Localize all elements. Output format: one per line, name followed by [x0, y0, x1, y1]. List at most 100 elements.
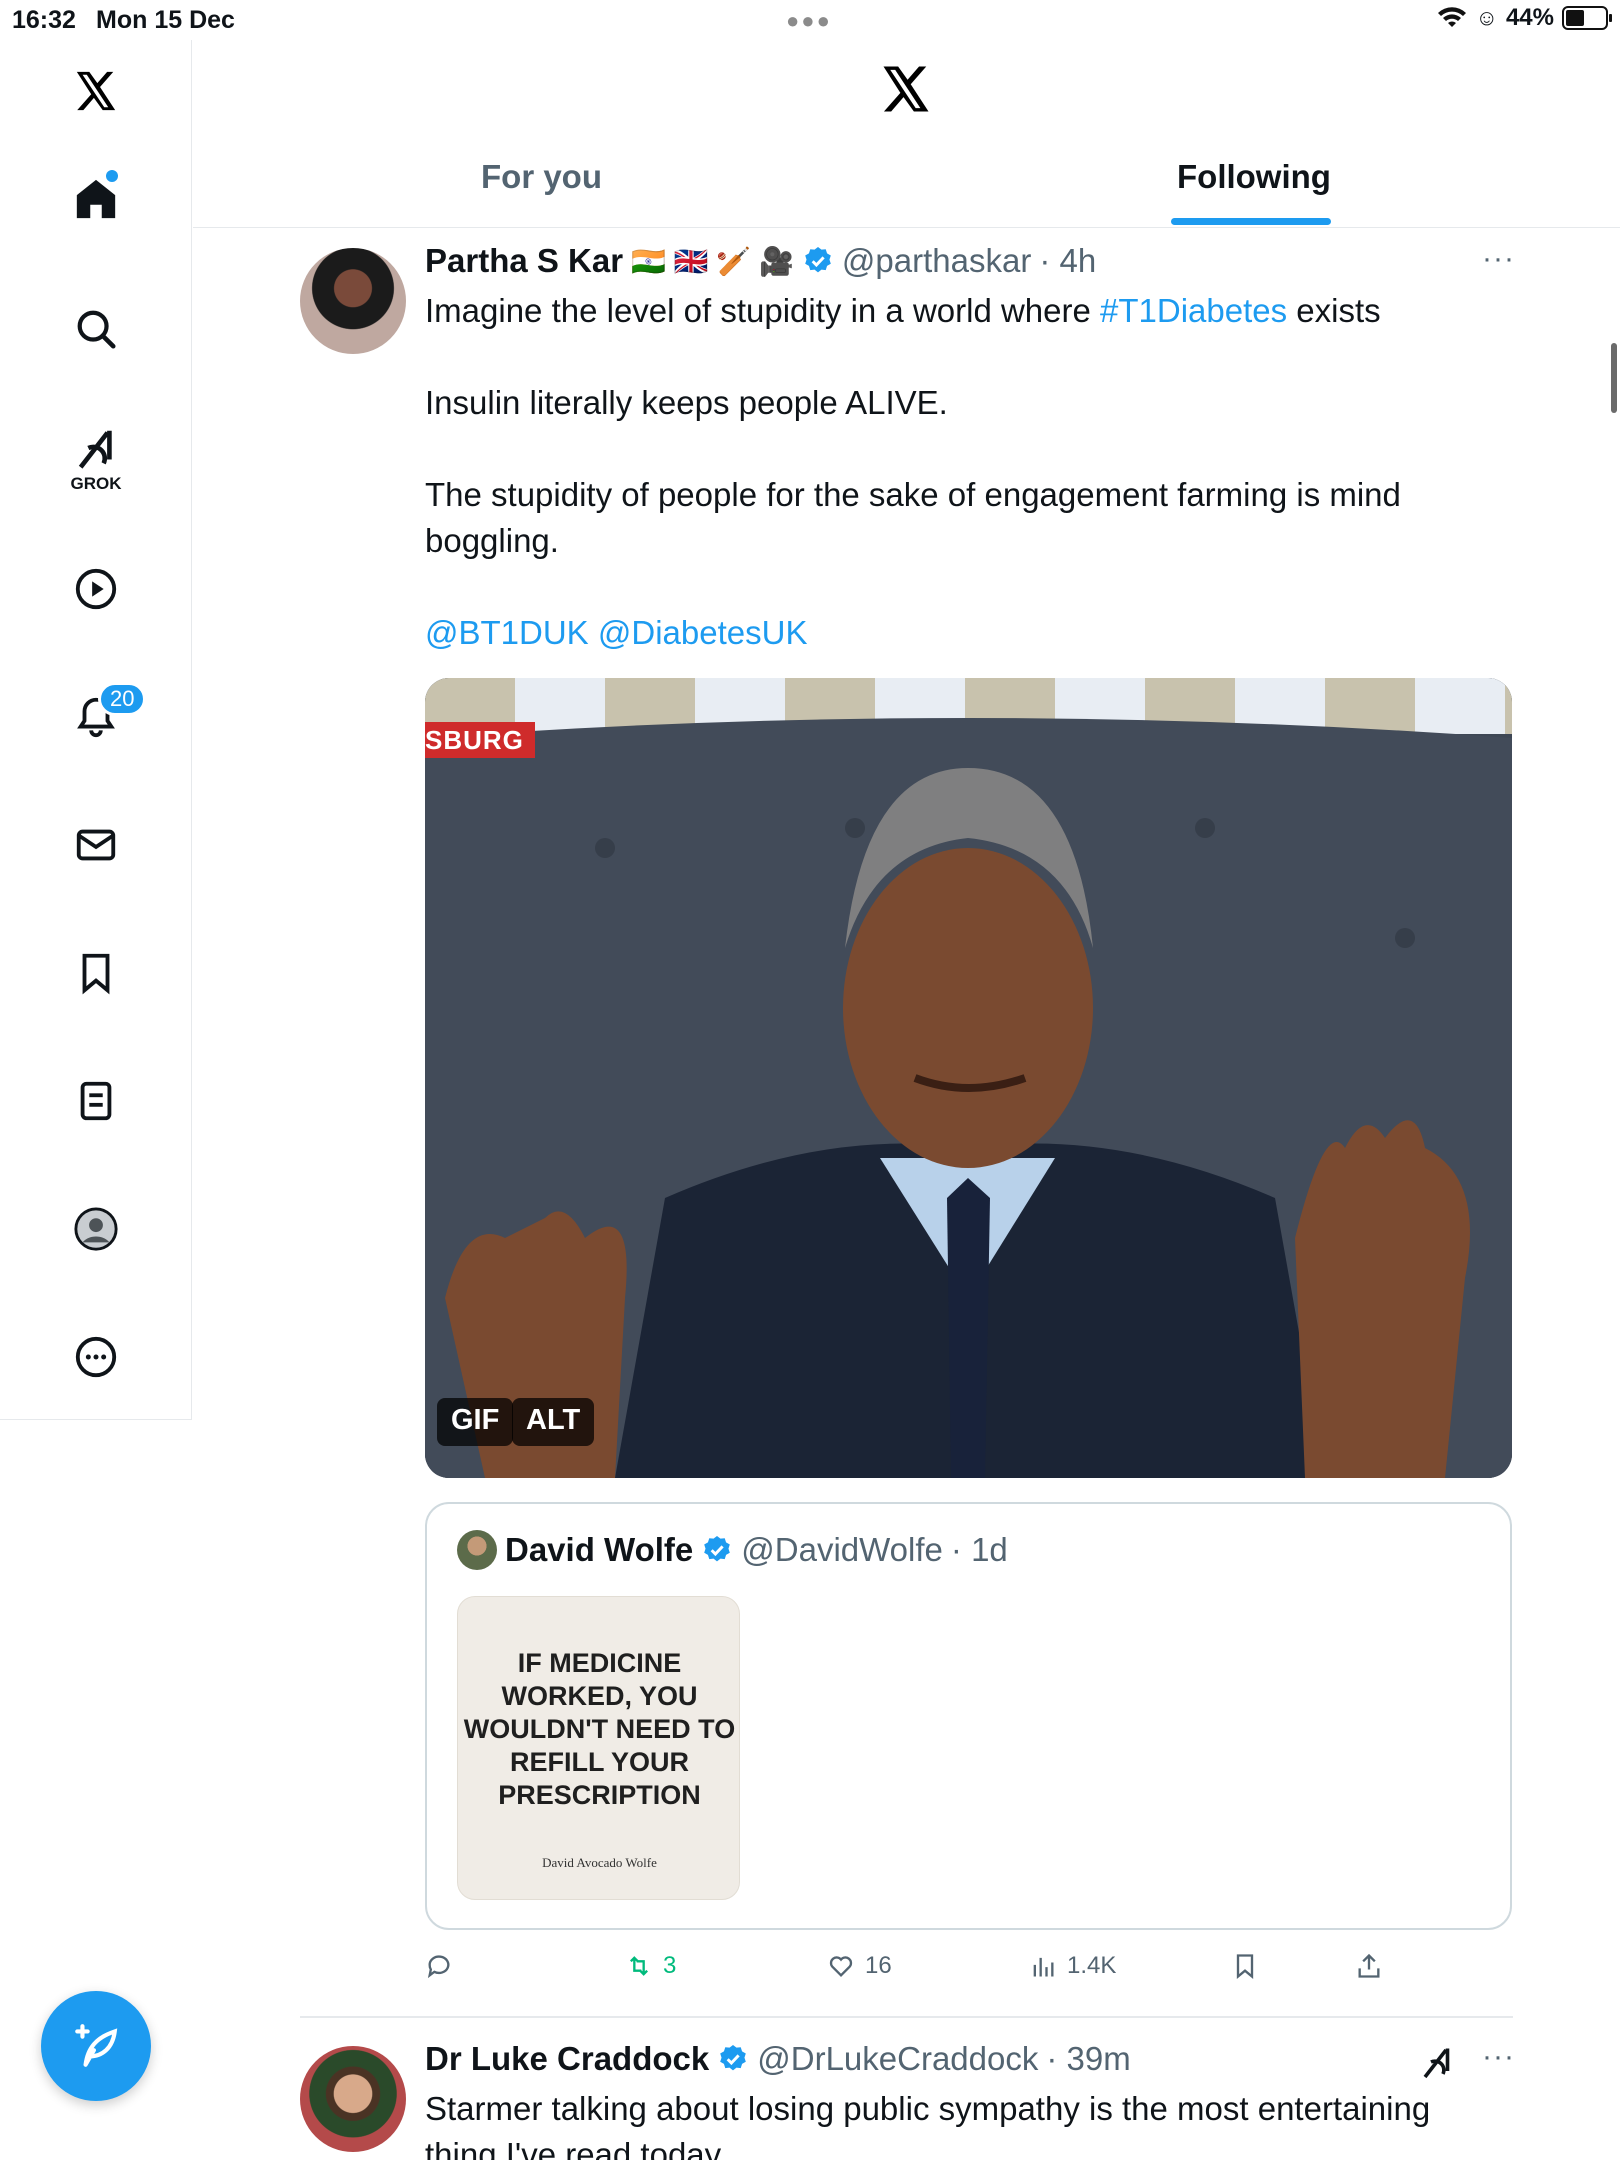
status-right: ☺ 44% [1437, 4, 1612, 32]
battery-icon [1562, 6, 1612, 30]
author-handle[interactable]: @DrLukeCraddock [757, 2040, 1038, 2078]
mention-link[interactable]: @BT1DUK [425, 614, 589, 651]
sidebar: GROK 20 [0, 40, 192, 1420]
gif-frame-illustration [425, 678, 1512, 1478]
timeline-header: For you Following [193, 40, 1620, 228]
retweet-count: 3 [663, 1952, 677, 1979]
author-name-emojis: 🇮🇳 🇬🇧 🏏 🎥 [631, 245, 794, 277]
quoted-tweet[interactable]: David Wolfe @DavidWolfe · 1d IF MEDICINE… [425, 1502, 1512, 1930]
bookmark-icon [82, 953, 110, 995]
tweet-paragraph: The stupidity of people for the sake of … [425, 476, 1401, 559]
quoted-tweet-header: David Wolfe @DavidWolfe · 1d [457, 1530, 1008, 1570]
share-button[interactable] [1355, 1952, 1383, 1980]
focus-icon: ☺ [1475, 5, 1498, 30]
tweet-header: Dr Luke Craddock @DrLukeCraddock · 39m [425, 2040, 1131, 2078]
heart-icon [829, 1956, 853, 1977]
author-name[interactable]: Partha S Kar [425, 242, 623, 280]
grok-label: GROK [70, 474, 122, 493]
x-logo-icon [883, 66, 929, 112]
sidebar-item-messages[interactable] [0, 800, 192, 890]
search-icon [77, 310, 116, 349]
views-button[interactable]: 1.4K [1029, 1952, 1116, 1980]
views-chart-icon [1033, 1957, 1054, 1977]
reply-icon [427, 1955, 450, 1979]
scrollbar[interactable] [1611, 343, 1617, 413]
sidebar-item-home[interactable] [0, 154, 192, 244]
battery-percent: 44% [1505, 4, 1554, 31]
mention-link[interactable]: @DiabetesUK [598, 614, 808, 651]
retweet-button[interactable]: 3 [625, 1952, 676, 1980]
hashtag-link[interactable]: #T1Diabetes [1100, 292, 1287, 329]
mail-icon [76, 829, 116, 861]
tweet-header: Partha S Kar 🇮🇳 🇬🇧 🏏 🎥 @parthaskar · 4h [425, 242, 1096, 280]
quoted-tweet-timestamp[interactable]: · 1d [951, 1531, 1008, 1569]
quoted-image-signature: David Avocado Wolfe [542, 1855, 657, 1870]
quoted-author-avatar[interactable] [457, 1530, 497, 1570]
tweet-text-segment: Imagine the level of stupidity in a worl… [425, 292, 1101, 329]
sidebar-item-bookmarks[interactable] [0, 928, 192, 1018]
compose-post-button[interactable] [41, 1991, 151, 2101]
verified-badge-icon [704, 1536, 731, 1562]
tab-following[interactable]: Following [1177, 158, 1331, 226]
compose-feather-icon [75, 2024, 118, 2067]
tweet-timestamp[interactable]: · 39m [1046, 2040, 1130, 2078]
quoted-image-headline: IF MEDICINE WORKED, YOU WOULDN'T NEED TO… [463, 1648, 736, 1810]
bookmark-icon [1236, 1954, 1254, 1979]
retweet-icon [630, 1956, 648, 1976]
quoted-tweet-image[interactable]: IF MEDICINE WORKED, YOU WOULDN'T NEED TO… [457, 1596, 740, 1900]
tweet-actions: 3 16 1.4K [425, 1952, 1512, 1996]
sidebar-item-explore[interactable] [0, 284, 192, 374]
home-unread-dot [106, 170, 118, 182]
tweet-more-options-icon[interactable]: ··· [1482, 242, 1515, 276]
active-tab-indicator [1171, 218, 1331, 225]
tweet-text: Imagine the level of stupidity in a worl… [425, 288, 1485, 702]
tweet-paragraph: Imagine the level of stupidity in a worl… [425, 288, 1485, 334]
tweet-more-options-icon[interactable]: ··· [1482, 2040, 1515, 2074]
quoted-author-handle[interactable]: @DavidWolfe [741, 1531, 943, 1569]
like-button[interactable]: 16 [827, 1952, 892, 1980]
alt-text-badge[interactable]: ALT [512, 1398, 595, 1446]
author-handle[interactable]: @parthaskar [842, 242, 1031, 280]
tweet-divider [300, 2016, 1513, 2018]
wifi-icon [1438, 7, 1467, 28]
status-time: 16:32 [12, 6, 76, 34]
gif-badge: GIF [437, 1398, 514, 1446]
bookmark-button[interactable] [1231, 1952, 1259, 1980]
tweet-text: Starmer talking about losing public symp… [425, 2090, 1431, 2160]
play-circle-icon [75, 568, 117, 610]
verified-badge-icon [805, 247, 831, 273]
sidebar-x-logo[interactable] [0, 46, 192, 136]
header-x-logo[interactable] [879, 62, 933, 121]
news-ticker-label: SBURG [425, 725, 524, 755]
multitasking-dots-icon[interactable]: ●●● [786, 8, 832, 34]
list-icon [80, 1081, 112, 1121]
grok-icon[interactable] [1419, 2044, 1455, 2080]
quoted-author-name[interactable]: David Wolfe [505, 1531, 693, 1569]
tweet-timestamp[interactable]: · 4h [1039, 242, 1096, 280]
author-name[interactable]: Dr Luke Craddock [425, 2040, 709, 2078]
profile-avatar-icon [74, 1207, 118, 1251]
tweet-paragraph: @BT1DUK @DiabetesUK [425, 610, 1485, 656]
sidebar-item-more[interactable] [0, 1312, 192, 1402]
sidebar-item-lists[interactable] [0, 1056, 192, 1146]
tweet-media-gif[interactable]: SBURG GIF ALT [425, 678, 1512, 1478]
tab-for-you[interactable]: For you [481, 158, 602, 226]
author-avatar[interactable] [300, 248, 406, 354]
tweet-paragraph: Insulin literally keeps people ALIVE. [425, 384, 948, 421]
author-avatar[interactable] [300, 2046, 406, 2152]
sidebar-item-profile[interactable] [0, 1184, 192, 1274]
home-icon [76, 179, 116, 219]
share-icon [1358, 1953, 1380, 1978]
x-logo-icon [76, 71, 116, 111]
sidebar-item-video[interactable] [0, 544, 192, 634]
grok-icon [78, 430, 112, 469]
reply-button[interactable] [425, 1952, 453, 1980]
sidebar-item-notifications[interactable]: 20 [0, 672, 192, 762]
sidebar-item-grok[interactable]: GROK [0, 412, 192, 502]
view-count: 1.4K [1067, 1952, 1117, 1979]
notifications-badge: 20 [98, 682, 147, 716]
status-bar: 16:32 Mon 15 Dec ●●● ☺ 44% [0, 0, 1620, 40]
verified-badge-icon [720, 2045, 747, 2071]
like-count: 16 [865, 1952, 892, 1979]
status-date: Mon 15 Dec [96, 6, 235, 34]
